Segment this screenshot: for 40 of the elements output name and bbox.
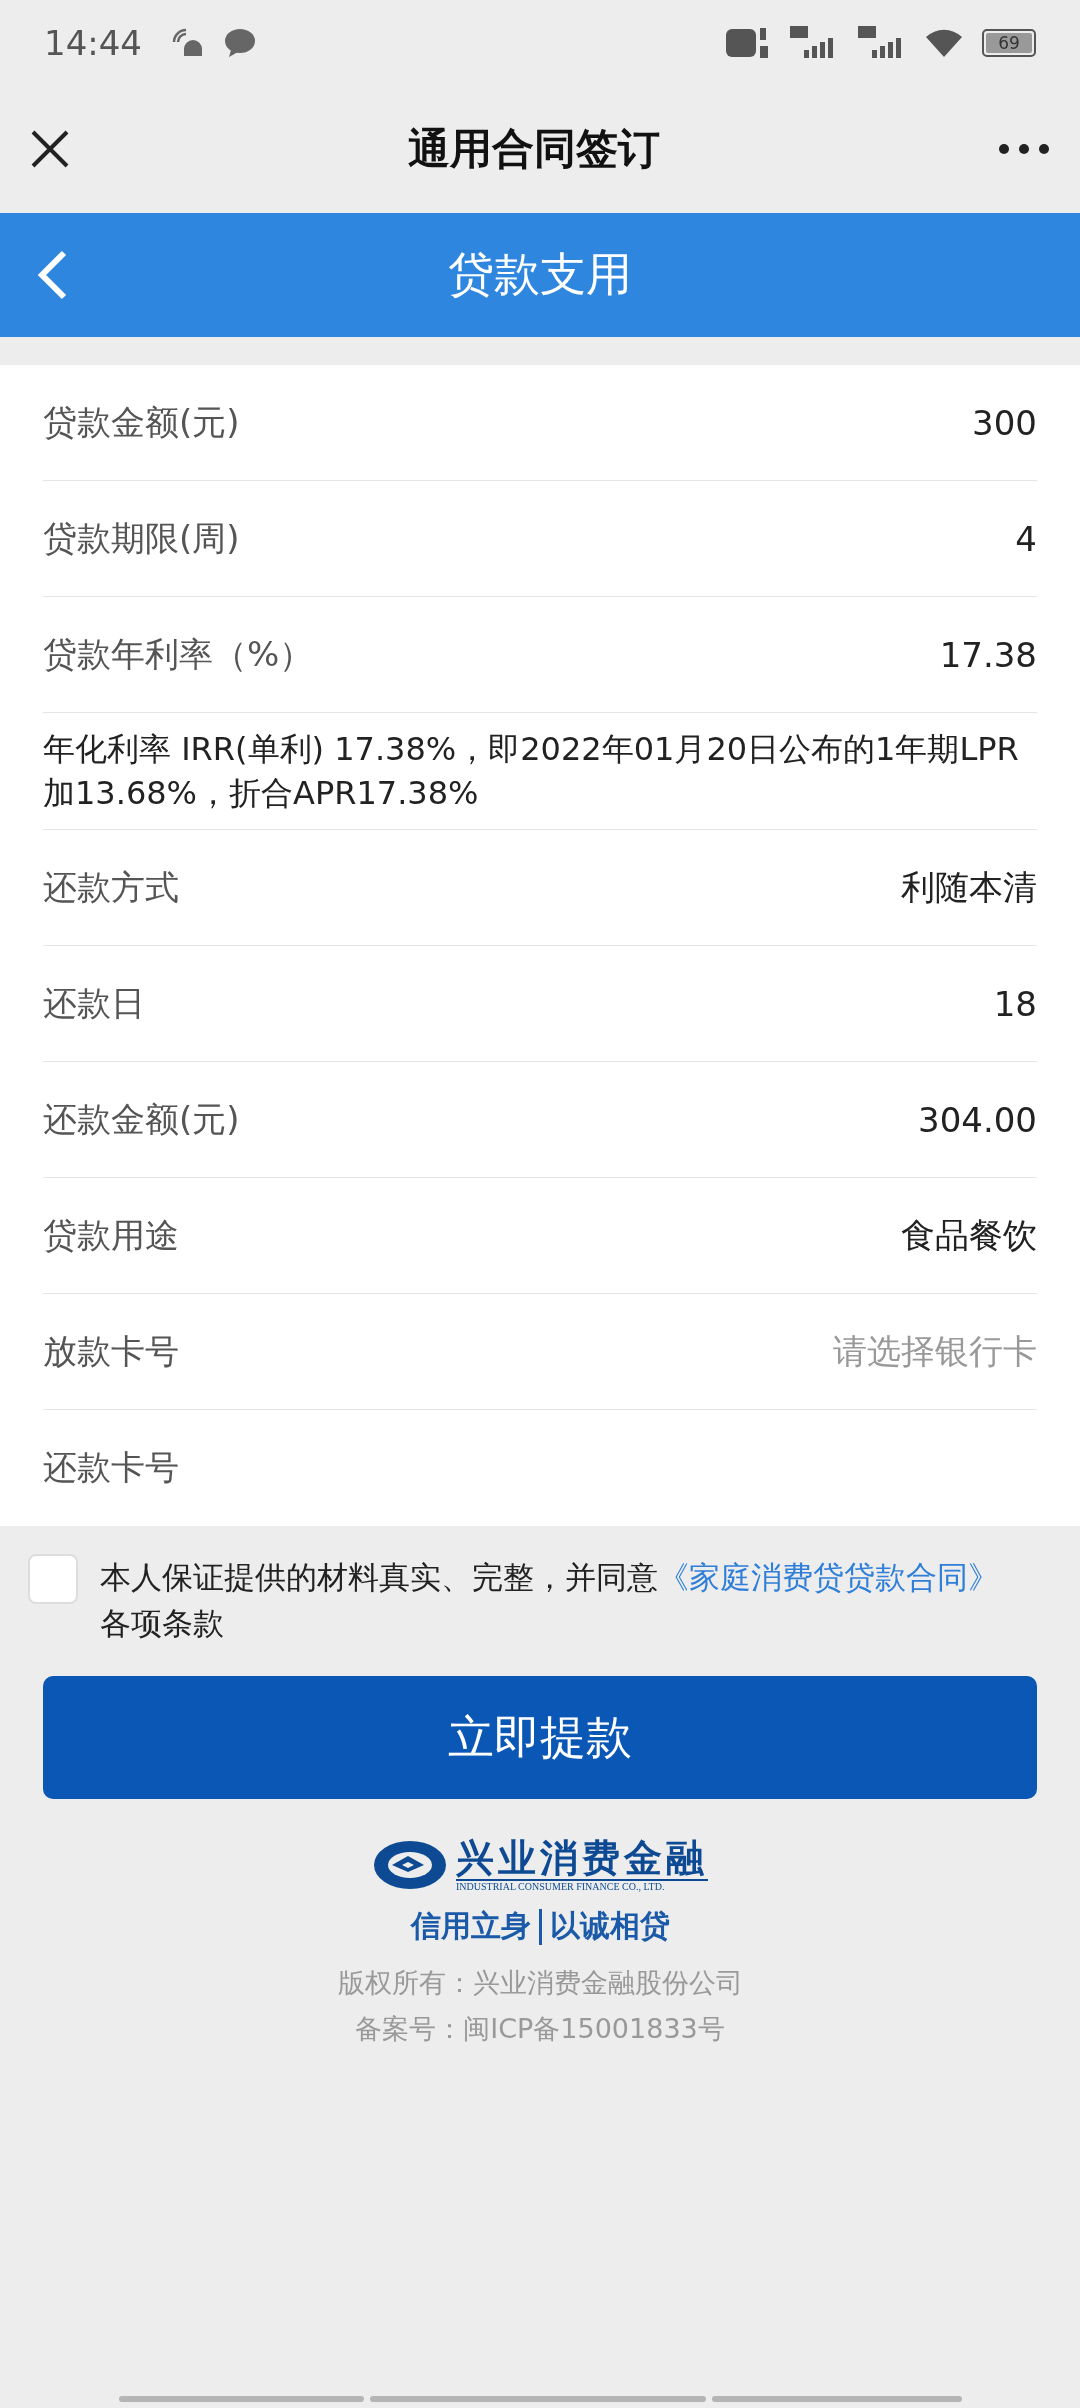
page-title: 通用合同签订	[408, 123, 660, 175]
card-select[interactable]: 请选择银行卡	[833, 1328, 1037, 1375]
field-value: 利随本清	[901, 865, 1037, 909]
section-title: 贷款支用	[448, 246, 632, 303]
field-label: 贷款金额(元)	[43, 400, 240, 444]
agreement-text: 本人保证提供的材料真实、完整，并同意《家庭消费贷贷款合同》 各项条款	[100, 1558, 1000, 1643]
field-value: 18	[993, 983, 1037, 1024]
field-label: 还款方式	[43, 865, 179, 909]
logo-icon	[372, 1838, 448, 1891]
rate-note: 年化利率 IRR(单利) 17.38%，即2022年01月20日公布的1年期LPR加13.68%，折合APR17.38%	[43, 729, 1020, 814]
chat-icon	[224, 27, 256, 58]
field-label: 贷款年利率（%）	[43, 632, 314, 676]
withdraw-button[interactable]: 立即提款	[43, 1676, 1037, 1799]
field-value: 300	[972, 402, 1037, 443]
status-time: 14:44	[44, 22, 142, 63]
slogan-text: 以诚相贷	[549, 1907, 670, 1945]
battery-icon: 69	[982, 28, 1036, 57]
brand-name: 兴业消费金融	[456, 1837, 708, 1881]
icp-text: 备案号：闽ICP备15001833号	[355, 2012, 725, 2046]
field-value: 4	[1015, 518, 1037, 559]
field-value: 17.38	[939, 634, 1037, 675]
brand-english: INDUSTRIAL CONSUMER FINANCE CO., LTD.	[456, 1881, 666, 1892]
field-label: 放款卡号	[43, 1329, 179, 1373]
back-button[interactable]	[36, 249, 68, 301]
more-button[interactable]	[998, 143, 1050, 155]
copyright-text: 版权所有：兴业消费金融股份公司	[337, 1966, 743, 2000]
field-label: 贷款用途	[43, 1213, 179, 1257]
close-button[interactable]	[30, 129, 70, 169]
field-value: 304.00	[918, 1099, 1037, 1140]
field-value: 食品餐饮	[901, 1213, 1037, 1257]
hd-icon	[726, 25, 770, 60]
field-label: 还款金额(元)	[43, 1097, 240, 1141]
field-label: 贷款期限(周)	[43, 516, 240, 560]
wifi-icon	[926, 28, 962, 57]
field-label: 还款日	[43, 981, 145, 1025]
agree-checkbox[interactable]	[28, 1554, 78, 1604]
field-label: 还款卡号	[43, 1446, 179, 1489]
contract-link[interactable]: 《家庭消费贷贷款合同》	[658, 1559, 999, 1595]
android-icon	[170, 27, 204, 58]
slogan-text: 信用立身	[410, 1907, 531, 1945]
